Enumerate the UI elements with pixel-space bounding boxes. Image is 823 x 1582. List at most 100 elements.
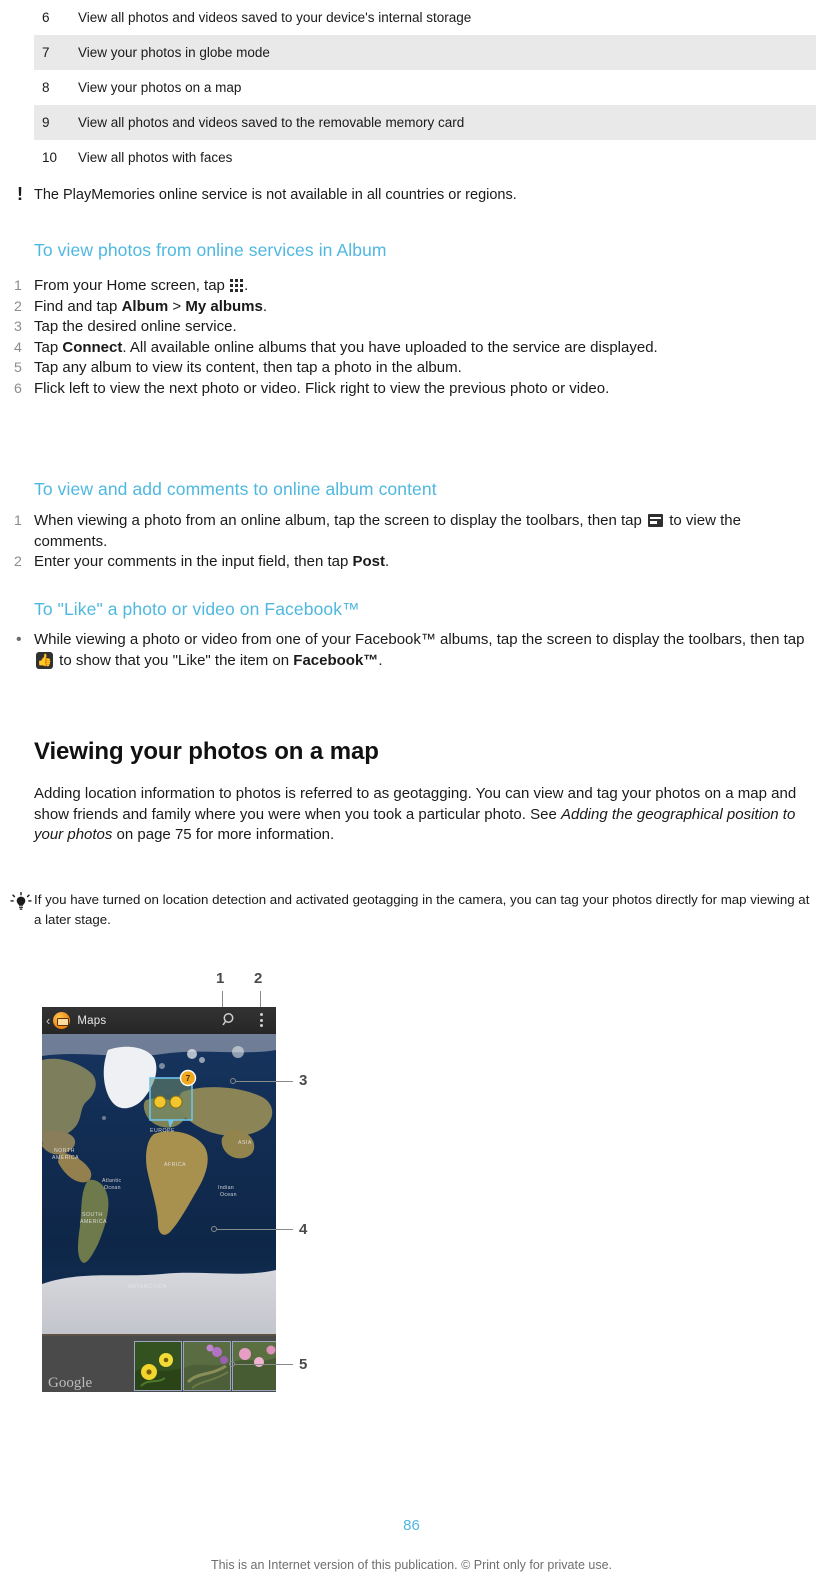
legend-table: 6 View all photos and videos saved to yo…	[34, 0, 816, 175]
step-number: 1	[14, 513, 22, 529]
phone-screenshot: ‹ Maps NORTH AMERICA SOUTH AMERICA EUROP…	[42, 1007, 276, 1392]
step-text-part: >	[168, 297, 186, 315]
table-row: 10 View all photos with faces	[34, 140, 816, 175]
list-item[interactable]	[232, 1341, 276, 1391]
list-item[interactable]	[134, 1341, 182, 1391]
step-text-part: . All available online albums that you h…	[122, 338, 658, 356]
step-text-bold: Connect	[62, 338, 123, 356]
legend-row-number: 7	[34, 35, 78, 70]
photo-thumbnail-strip[interactable]: Google	[42, 1334, 276, 1392]
step-text-bold: Album	[121, 297, 169, 315]
step-text-part: When viewing a photo from an online albu…	[34, 512, 647, 529]
list-item: 5 Tap any album to view its content, the…	[0, 358, 823, 379]
callout-label-3: 3	[299, 1072, 308, 1089]
list-item: 1 When viewing a photo from an online al…	[0, 511, 823, 552]
svg-text:AMERICA: AMERICA	[80, 1219, 107, 1225]
svg-text:EUROPE: EUROPE	[150, 1128, 175, 1134]
callout-leader-3	[235, 1081, 293, 1082]
legend-row-number: 6	[42, 9, 50, 25]
step-number: 5	[14, 360, 22, 376]
callout-leader-5	[234, 1364, 293, 1365]
list-item: 2 Find and tap Album > My albums.	[0, 297, 823, 318]
callout-leader-4	[216, 1229, 293, 1230]
step-number: 2	[14, 554, 22, 570]
legend-row-number: 9	[34, 105, 78, 140]
maps-app-icon	[53, 1012, 71, 1029]
legend-table-body: 6 View all photos and videos saved to yo…	[34, 0, 816, 175]
step-text: Enter your comments in the input field, …	[34, 552, 823, 573]
svg-text:ANTARCTICA: ANTARCTICA	[128, 1284, 167, 1290]
step-text-bold: Post	[352, 553, 386, 570]
svg-text:7: 7	[186, 1074, 191, 1083]
step-text: Tap the desired online service.	[34, 318, 237, 335]
back-chevron-icon[interactable]: ‹	[46, 1014, 50, 1027]
document-page: 6 View all photos and videos saved to yo…	[0, 0, 823, 1582]
phone-screen: ‹ Maps NORTH AMERICA SOUTH AMERICA EUROP…	[42, 1007, 276, 1392]
tip-text: If you have turned on location detection…	[34, 892, 810, 927]
legend-row-description: View all photos with faces	[78, 149, 233, 165]
map-area[interactable]: NORTH AMERICA SOUTH AMERICA EUROPE AFRIC…	[42, 1034, 276, 1334]
list-item: 2 Enter your comments in the input field…	[0, 552, 823, 573]
steps-view-photos-online: 1 From your Home screen, tap . 2 Find an…	[0, 276, 823, 399]
step-number: 6	[14, 380, 22, 397]
step-text-part: Tap	[34, 338, 63, 356]
page-title: Viewing your photos on a map	[34, 738, 379, 765]
footer-notice: This is an Internet version of this publ…	[210, 1558, 613, 1572]
svg-text:Indian: Indian	[218, 1185, 234, 1191]
list-item[interactable]	[183, 1341, 231, 1391]
page-number: 86	[403, 1517, 420, 1534]
step-text: Tap Connect. All available online albums…	[34, 338, 823, 359]
svg-text:Atlantic: Atlantic	[102, 1178, 122, 1184]
legend-row-number: 10	[42, 149, 58, 165]
callout-label-5: 5	[299, 1356, 308, 1373]
svg-text:AMERICA: AMERICA	[52, 1155, 79, 1161]
step-text-part: .	[262, 297, 268, 315]
legend-row-description: View your photos on a map	[78, 79, 242, 95]
app-drawer-icon	[230, 279, 244, 292]
table-row: 9 View all photos and videos saved to th…	[34, 105, 816, 140]
legend-row-description: View all photos and videos saved to the …	[78, 105, 816, 140]
list-item: • While viewing a photo or video from on…	[0, 630, 823, 671]
step-text-part: .	[244, 277, 249, 294]
svg-text:ASIA: ASIA	[238, 1140, 252, 1146]
note-text: The PlayMemories online service is not a…	[34, 187, 517, 203]
list-item: 6 Flick left to view the next photo or v…	[0, 379, 823, 400]
svg-text:SOUTH: SOUTH	[82, 1212, 103, 1218]
step-text: When viewing a photo from an online albu…	[34, 511, 823, 552]
svg-text:AFRICA: AFRICA	[164, 1162, 186, 1168]
heading-like-on-facebook: To "Like" a photo or video on Facebook™	[34, 599, 360, 619]
paragraph-part: on page 75 for more information.	[112, 826, 335, 843]
table-row: 6 View all photos and videos saved to yo…	[34, 0, 816, 35]
bullet-marker: •	[16, 631, 22, 648]
step-number: 2	[14, 298, 22, 315]
exclamation-icon: !	[17, 184, 23, 204]
step-text-bold: My albums	[185, 297, 263, 315]
map-intro-paragraph: Adding location information to photos is…	[34, 784, 822, 846]
lightbulb-icon	[10, 892, 32, 912]
heading-view-add-comments: To view and add comments to online album…	[34, 479, 437, 499]
google-watermark: Google	[48, 1375, 93, 1391]
step-text: While viewing a photo or video from one …	[34, 630, 823, 671]
legend-row-number: 8	[42, 79, 50, 95]
svg-text:Ocean: Ocean	[220, 1192, 237, 1198]
step-text-part: Find and tap	[34, 297, 122, 315]
step-text: Flick left to view the next photo or vid…	[34, 379, 610, 397]
step-text-part: From your Home screen, tap	[34, 277, 230, 294]
step-text-part: While viewing a photo or video from one …	[34, 631, 805, 648]
steps-view-add-comments: 1 When viewing a photo from an online al…	[0, 511, 823, 573]
note-block: ! The PlayMemories online service is not…	[0, 185, 823, 205]
callout-label-4: 4	[299, 1221, 308, 1238]
step-number: 1	[14, 278, 22, 294]
callout-label-1: 1	[216, 970, 225, 987]
search-icon[interactable]	[222, 1012, 235, 1029]
step-text: Find and tap Album > My albums.	[34, 297, 823, 318]
step-number: 3	[14, 319, 22, 335]
step-text: From your Home screen, tap .	[34, 276, 823, 297]
step-number: 4	[14, 339, 22, 356]
list-item: 3 Tap the desired online service.	[0, 317, 823, 338]
app-top-bar: ‹ Maps	[42, 1007, 276, 1034]
step-text-bold: Facebook™	[293, 651, 379, 669]
legend-row-description: View all photos and videos saved to your…	[78, 9, 472, 25]
legend-row-description: View your photos in globe mode	[78, 35, 816, 70]
overflow-menu-icon[interactable]	[260, 1013, 264, 1029]
